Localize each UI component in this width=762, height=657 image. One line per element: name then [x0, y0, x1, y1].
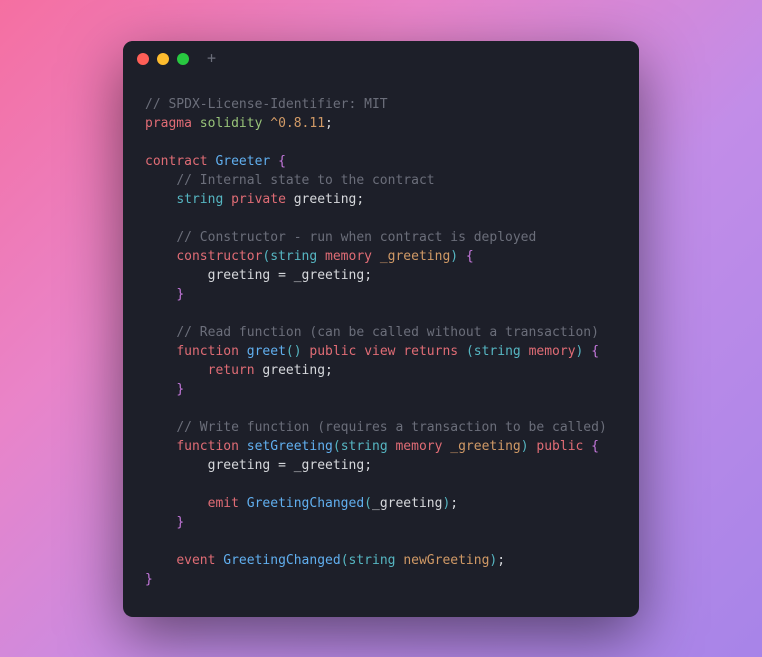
- keyword-function: function: [176, 439, 239, 454]
- param-greeting: _greeting: [450, 439, 520, 454]
- paren-close: ): [294, 344, 302, 359]
- keyword-return: return: [208, 363, 255, 378]
- param-greeting: _greeting: [294, 458, 364, 473]
- semicolon: ;: [364, 458, 372, 473]
- keyword-pragma: pragma: [145, 116, 192, 131]
- paren-open: (: [364, 496, 372, 511]
- type-string: string: [349, 553, 396, 568]
- keyword-constructor: constructor: [176, 249, 262, 264]
- type-string: string: [270, 249, 317, 264]
- keyword-event: event: [176, 553, 215, 568]
- func-greet: greet: [247, 344, 286, 359]
- keyword-returns: returns: [403, 344, 458, 359]
- keyword-view: view: [364, 344, 395, 359]
- var-greeting: greeting: [262, 363, 325, 378]
- func-setgreeting: setGreeting: [247, 439, 333, 454]
- code-editor[interactable]: // SPDX-License-Identifier: MIT pragma s…: [123, 77, 639, 617]
- var-greeting: greeting: [294, 192, 357, 207]
- semicolon: ;: [497, 553, 505, 568]
- semicolon: ;: [325, 116, 333, 131]
- maximize-icon[interactable]: [177, 53, 189, 65]
- code-comment: // Write function (requires a transactio…: [176, 420, 606, 435]
- var-greeting: greeting: [208, 458, 271, 473]
- var-greeting: greeting: [208, 268, 271, 283]
- type-string: string: [341, 439, 388, 454]
- event-name: GreetingChanged: [247, 496, 364, 511]
- paren-close: ): [450, 249, 458, 264]
- paren-open: (: [466, 344, 474, 359]
- assign-op: =: [270, 458, 293, 473]
- param-greeting: _greeting: [294, 268, 364, 283]
- titlebar: +: [123, 41, 639, 77]
- keyword-public: public: [309, 344, 356, 359]
- type-string: string: [176, 192, 223, 207]
- param-newgreeting: newGreeting: [403, 553, 489, 568]
- paren-open: (: [341, 553, 349, 568]
- assign-op: =: [270, 268, 293, 283]
- semicolon: ;: [364, 268, 372, 283]
- param-greeting: _greeting: [380, 249, 450, 264]
- code-comment: // Read function (can be called without …: [176, 325, 599, 340]
- paren-open: (: [333, 439, 341, 454]
- keyword-contract: contract: [145, 154, 208, 169]
- type-string: string: [474, 344, 521, 359]
- ident-solidity: solidity: [200, 116, 263, 131]
- brace-open: {: [583, 344, 599, 359]
- semicolon: ;: [356, 192, 364, 207]
- brace-close: }: [176, 382, 184, 397]
- close-icon[interactable]: [137, 53, 149, 65]
- semicolon: ;: [450, 496, 458, 511]
- keyword-function: function: [176, 344, 239, 359]
- version-literal: ^0.8.11: [270, 116, 325, 131]
- minimize-icon[interactable]: [157, 53, 169, 65]
- code-comment: // Constructor - run when contract is de…: [176, 230, 536, 245]
- brace-open: {: [278, 154, 286, 169]
- keyword-memory: memory: [325, 249, 372, 264]
- paren-open: (: [286, 344, 294, 359]
- param-greeting: _greeting: [372, 496, 442, 511]
- brace-close: }: [145, 572, 153, 587]
- contract-name: Greeter: [215, 154, 270, 169]
- code-comment: // SPDX-License-Identifier: MIT: [145, 97, 388, 112]
- brace-open: {: [458, 249, 474, 264]
- keyword-emit: emit: [208, 496, 239, 511]
- event-name: GreetingChanged: [223, 553, 340, 568]
- code-comment: // Internal state to the contract: [176, 173, 434, 188]
- keyword-private: private: [231, 192, 286, 207]
- brace-close: }: [176, 287, 184, 302]
- keyword-memory: memory: [395, 439, 442, 454]
- brace-close: }: [176, 515, 184, 530]
- keyword-public: public: [536, 439, 583, 454]
- new-tab-icon[interactable]: +: [207, 51, 216, 66]
- brace-open: {: [583, 439, 599, 454]
- paren-close: ): [521, 439, 529, 454]
- editor-window: + // SPDX-License-Identifier: MIT pragma…: [123, 41, 639, 617]
- semicolon: ;: [325, 363, 333, 378]
- keyword-memory: memory: [529, 344, 576, 359]
